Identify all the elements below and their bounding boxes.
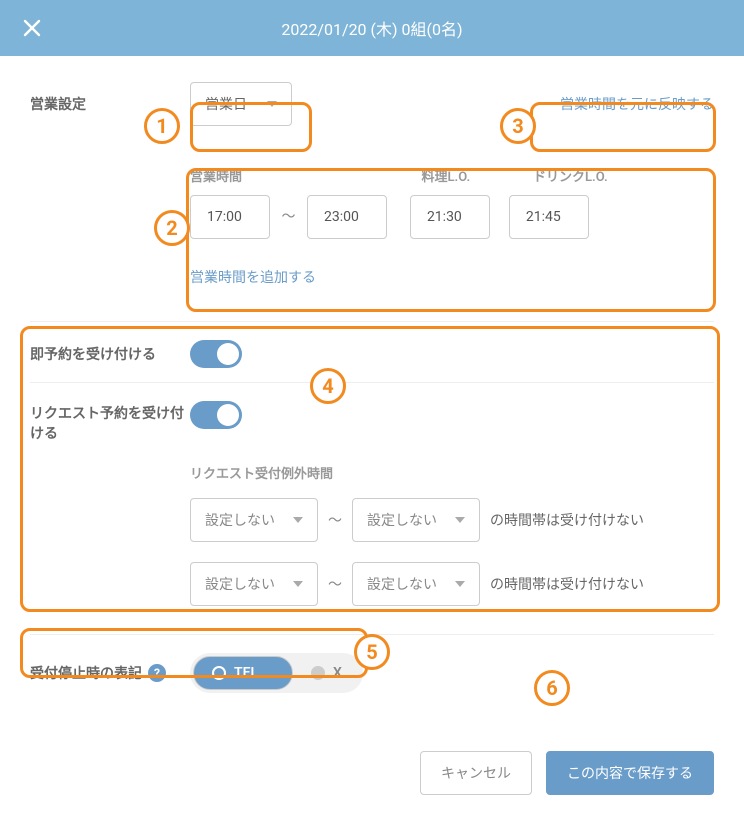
exclusion-1-to-select[interactable]: 設定しない (352, 498, 480, 542)
chevron-down-icon (455, 517, 465, 523)
exclusion-2-to-select[interactable]: 設定しない (352, 562, 480, 606)
drink-lo-input[interactable]: 21:45 (509, 195, 589, 239)
business-hours-block: 営業時間 料理L.O. ドリンクL.O. 17:00 〜 23:00 21:30 (190, 166, 714, 287)
instant-booking-label: 即予約を受け付ける (30, 340, 190, 364)
annotation-marker-5: 5 (354, 634, 390, 670)
chevron-down-icon (455, 581, 465, 587)
annotation-marker-2: 2 (154, 210, 190, 246)
request-booking-toggle[interactable] (190, 401, 242, 429)
hours-label: 営業時間 (190, 166, 390, 185)
chevron-down-icon (293, 517, 303, 523)
modal-title: 2022/01/20 (木) 0組(0名) (0, 16, 744, 40)
exclusion-suffix: の時間帯は受け付けない (490, 574, 644, 594)
modal-footer: キャンセル この内容で保存する (0, 727, 744, 819)
food-lo-input[interactable]: 21:30 (410, 195, 490, 239)
request-exclusion-title: リクエスト受付例外時間 (190, 463, 714, 482)
exclusion-tilde: 〜 (328, 574, 342, 594)
request-exclusion-block: リクエスト受付例外時間 設定しない 〜 設定しない の時間帯は受け付けない 設定… (190, 463, 714, 606)
annotation-marker-3: 3 (500, 108, 536, 144)
close-icon (22, 18, 42, 38)
close-button[interactable] (20, 16, 44, 40)
save-button[interactable]: この内容で保存する (546, 751, 714, 795)
annotation-marker-1: 1 (144, 108, 180, 144)
radio-icon (311, 666, 325, 680)
openclose-tilde: 〜 (281, 195, 295, 239)
exclusion-row-1: 設定しない 〜 設定しない の時間帯は受け付けない (190, 498, 714, 542)
exclusion-tilde: 〜 (328, 510, 342, 530)
instant-booking-toggle[interactable] (190, 340, 242, 368)
request-booking-row: リクエスト予約を受け付ける (30, 383, 714, 443)
stop-notation-label: 受付停止時の表記 (30, 663, 142, 683)
radio-icon (212, 666, 226, 680)
open-time-input[interactable]: 17:00 (190, 195, 270, 239)
business-setting-row: 営業設定 営業日 営業時間を元に反映する (30, 82, 714, 126)
exclusion-row-2: 設定しない 〜 設定しない の時間帯は受け付けない (190, 562, 714, 606)
business-day-select-value: 営業日 (205, 94, 247, 114)
chevron-down-icon (267, 101, 277, 107)
annotation-marker-4: 4 (310, 368, 346, 404)
help-icon[interactable]: ? (148, 664, 166, 682)
stop-notation-x-option[interactable]: X (293, 656, 360, 690)
add-hours-link[interactable]: 営業時間を追加する (190, 267, 714, 287)
stop-notation-segmented: TEL X (190, 653, 363, 693)
exclusion-suffix: の時間帯は受け付けない (490, 510, 644, 530)
drink-lo-label: ドリンクL.O. (533, 166, 629, 185)
annotation-marker-6: 6 (534, 670, 570, 706)
stop-notation-tel-option[interactable]: TEL (193, 656, 293, 690)
business-day-select[interactable]: 営業日 (190, 82, 292, 126)
modal-root: 2022/01/20 (木) 0組(0名) 営業設定 営業日 営業時間を元に反映… (0, 0, 744, 819)
cancel-button[interactable]: キャンセル (420, 751, 532, 795)
reflect-hours-link[interactable]: 営業時間を元に反映する (560, 82, 714, 114)
modal-header: 2022/01/20 (木) 0組(0名) (0, 0, 744, 56)
request-booking-label: リクエスト予約を受け付ける (30, 401, 190, 443)
instant-booking-row: 即予約を受け付ける (30, 322, 714, 382)
chevron-down-icon (293, 581, 303, 587)
exclusion-2-from-select[interactable]: 設定しない (190, 562, 318, 606)
exclusion-1-from-select[interactable]: 設定しない (190, 498, 318, 542)
modal-body: 営業設定 営業日 営業時間を元に反映する 営業時間 料理L.O. ドリンクL.O… (0, 56, 744, 727)
food-lo-label: 料理L.O. (421, 166, 517, 185)
close-time-input[interactable]: 23:00 (307, 195, 387, 239)
